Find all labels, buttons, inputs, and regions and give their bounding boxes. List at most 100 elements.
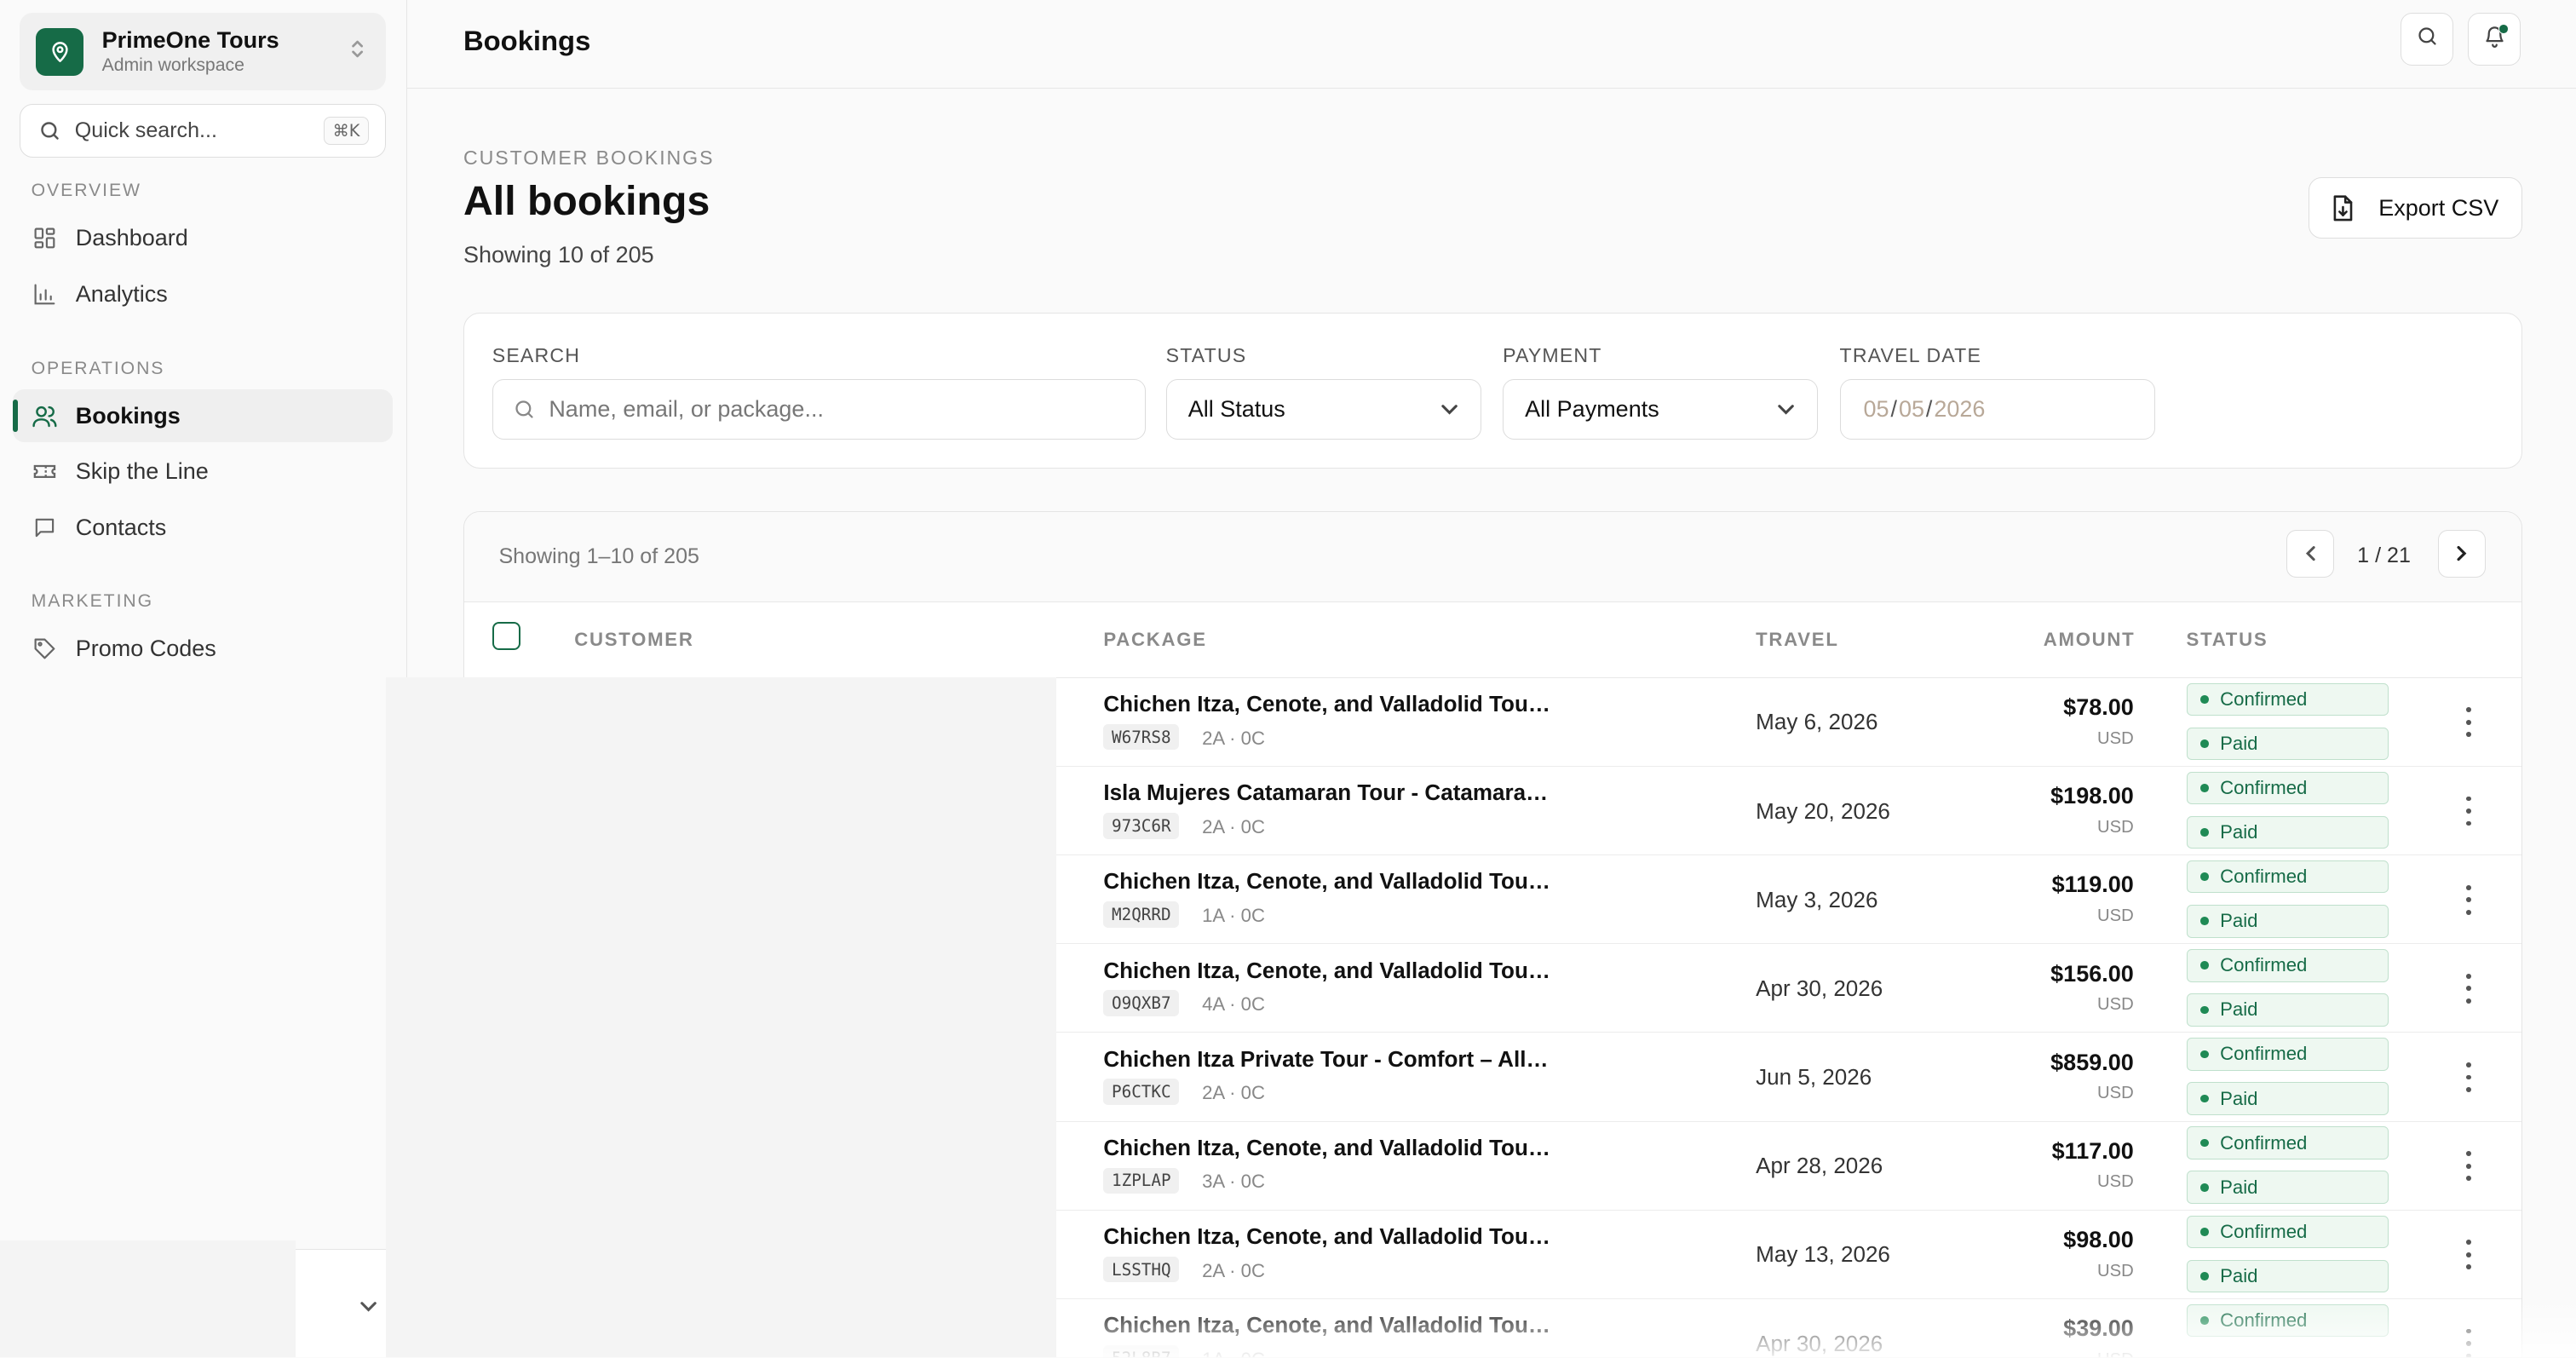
- sidebar-item-skip-the-line[interactable]: Skip the Line: [13, 446, 393, 498]
- payment-select[interactable]: All Payments: [1503, 378, 1819, 440]
- column-customer[interactable]: CUSTOMER: [574, 629, 693, 651]
- sidebar-item-label: Analytics: [75, 280, 168, 307]
- more-vertical-icon[interactable]: [2459, 1328, 2479, 1358]
- status-badge: Confirmed: [2186, 682, 2389, 716]
- travel-date: Jun 5, 2026: [1756, 1064, 1872, 1090]
- table-range-text: Showing 1–10 of 205: [498, 544, 699, 569]
- travel-date-label: TRAVEL DATE: [1839, 344, 1982, 367]
- sidebar-item-label: Promo Codes: [75, 636, 216, 662]
- notifications-button[interactable]: [2468, 13, 2521, 66]
- overlay-panel-bottom-left: [0, 1240, 296, 1358]
- overlay-panel: [386, 676, 1057, 1358]
- travel-date: Apr 30, 2026: [1756, 975, 1883, 1001]
- travel-date: May 6, 2026: [1756, 709, 1878, 735]
- travel-date-input[interactable]: 05/05/2026: [1839, 378, 2155, 440]
- booking-code: LSSTHQ: [1103, 1256, 1180, 1283]
- booking-code: M2QRRD: [1103, 901, 1180, 928]
- column-travel[interactable]: TRAVEL: [1756, 629, 1838, 651]
- amount-currency: USD: [2097, 728, 2134, 748]
- chevrons-up-down-icon: [348, 37, 366, 67]
- package-name: Chichen Itza, Cenote, and Valladolid Tou…: [1103, 691, 1551, 717]
- sidebar-item-analytics[interactable]: Analytics: [13, 268, 393, 320]
- booking-code: 52L8B7: [1103, 1344, 1180, 1358]
- sidebar-item-dashboard[interactable]: Dashboard: [13, 212, 393, 265]
- more-vertical-icon[interactable]: [2459, 1240, 2479, 1270]
- next-page-button[interactable]: [2437, 530, 2486, 578]
- payment-badge: Paid: [2186, 727, 2389, 761]
- payment-badge: Paid: [2186, 1082, 2389, 1115]
- prev-page-button[interactable]: [2286, 530, 2335, 578]
- chevron-down-icon: [359, 1292, 378, 1323]
- map-pin-icon: [36, 27, 84, 76]
- payment-badge: Paid: [2186, 993, 2389, 1027]
- amount-currency: USD: [2097, 1172, 2134, 1192]
- status-badge: Confirmed: [2186, 860, 2389, 894]
- amount-value: $119.00: [2051, 872, 2134, 898]
- search-placeholder: Name, email, or package...: [549, 395, 824, 422]
- search-input[interactable]: Name, email, or package...: [492, 378, 1147, 440]
- section-label-marketing: MARKETING: [31, 591, 154, 612]
- more-vertical-icon[interactable]: [2459, 973, 2479, 1004]
- pax-count: 1A · 0C: [1202, 904, 1266, 926]
- sidebar: PrimeOne Tours Admin workspace Quick sea…: [0, 0, 408, 1358]
- workspace-name: PrimeOne Tours: [101, 26, 279, 53]
- date-day[interactable]: 05: [1899, 396, 1924, 423]
- date-year[interactable]: 2026: [1934, 396, 1985, 423]
- more-vertical-icon[interactable]: [2459, 1151, 2479, 1181]
- message-icon: [32, 515, 58, 541]
- booking-code: W67RS8: [1103, 723, 1180, 751]
- sidebar-item-bookings[interactable]: Bookings: [13, 389, 394, 442]
- status-filter-label: STATUS: [1165, 344, 1247, 367]
- pax-count: 2A · 0C: [1202, 815, 1266, 837]
- select-all-checkbox[interactable]: [492, 622, 520, 650]
- search-button[interactable]: [2401, 13, 2453, 66]
- quick-search-label: Quick search...: [74, 118, 217, 142]
- column-amount[interactable]: AMOUNT: [2044, 629, 2136, 651]
- pax-count: 3A · 0C: [1202, 1171, 1266, 1193]
- page-header-title: Bookings: [463, 24, 591, 56]
- workspace-switcher[interactable]: PrimeOne Tours Admin workspace: [20, 13, 387, 91]
- package-name: Isla Mujeres Catamaran Tour - Catamaran.…: [1103, 780, 1551, 806]
- status-badge: Confirmed: [2186, 1215, 2389, 1249]
- more-vertical-icon[interactable]: [2459, 884, 2479, 915]
- filter-card: SEARCH Name, email, or package... STATUS…: [463, 312, 2522, 469]
- top-bar: Bookings: [407, 0, 2576, 89]
- sidebar-item-label: Contacts: [75, 514, 167, 540]
- tag-icon: [32, 636, 58, 663]
- export-csv-button[interactable]: Export CSV: [2309, 177, 2522, 239]
- more-vertical-icon[interactable]: [2459, 1062, 2479, 1092]
- chevron-down-icon: [1440, 400, 1459, 419]
- more-vertical-icon[interactable]: [2459, 707, 2479, 738]
- search-icon: [2416, 24, 2439, 55]
- shortcut-badge: ⌘K: [323, 117, 370, 145]
- travel-date: May 20, 2026: [1756, 797, 1890, 824]
- booking-code: P6CTKC: [1103, 1079, 1180, 1106]
- search-filter-label: SEARCH: [492, 344, 581, 367]
- amount-value: $78.00: [2063, 694, 2134, 721]
- page-subtitle: Showing 10 of 205: [463, 241, 654, 268]
- quick-search[interactable]: Quick search... ⌘K: [20, 103, 387, 158]
- sidebar-item-label: Skip the Line: [75, 458, 209, 485]
- booking-code: O9QXB7: [1103, 990, 1180, 1016]
- status-select[interactable]: All Status: [1165, 378, 1481, 440]
- sidebar-item-contacts[interactable]: Contacts: [13, 501, 393, 554]
- file-download-icon: [2331, 194, 2355, 222]
- date-month[interactable]: 05: [1864, 396, 1889, 423]
- pax-count: 1A · 0C: [1202, 1349, 1265, 1358]
- payment-badge: Paid: [2186, 1171, 2389, 1204]
- column-status[interactable]: STATUS: [2187, 629, 2268, 651]
- pax-count: 2A · 0C: [1202, 727, 1266, 749]
- page-eyebrow: CUSTOMER BOOKINGS: [463, 146, 715, 169]
- page-indicator: 1 / 21: [2357, 543, 2411, 567]
- travel-date: May 13, 2026: [1756, 1241, 1890, 1268]
- column-package[interactable]: PACKAGE: [1103, 629, 1206, 651]
- sidebar-item-promo-codes[interactable]: Promo Codes: [13, 623, 393, 676]
- more-vertical-icon[interactable]: [2459, 796, 2479, 826]
- package-name: Chichen Itza, Cenote, and Valladolid Tou…: [1103, 957, 1551, 983]
- pax-count: 2A · 0C: [1202, 1259, 1266, 1281]
- amount-currency: USD: [2097, 906, 2134, 925]
- table-header: CUSTOMER PACKAGE TRAVEL AMOUNT STATUS: [463, 602, 2521, 678]
- payment-badge: Paid: [2186, 904, 2389, 938]
- user-menu-toggle[interactable]: [296, 1249, 387, 1358]
- package-name: Chichen Itza, Cenote, and Valladolid Tou…: [1103, 868, 1551, 895]
